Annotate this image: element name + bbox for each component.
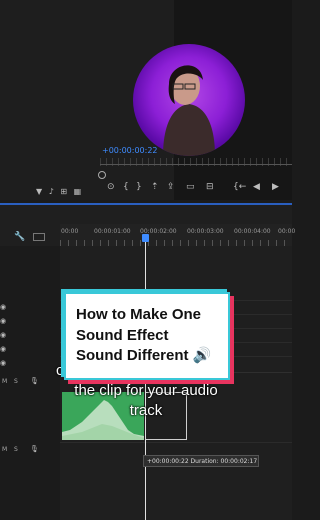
- subtitle-line: track: [129, 402, 163, 419]
- eye-icon[interactable]: ◉: [0, 303, 6, 311]
- eye-icon[interactable]: ◉: [0, 345, 6, 353]
- title-line: Sound Effect: [76, 326, 169, 344]
- play-icon[interactable]: ▶: [272, 182, 279, 192]
- ruler-tick: 00:00: [278, 228, 296, 235]
- monitor-scrub-line: [100, 164, 292, 165]
- mic-icon[interactable]: 🎙: [30, 445, 39, 453]
- solo-button[interactable]: S: [14, 378, 18, 385]
- presenter-silhouette: [163, 65, 215, 156]
- mute-button[interactable]: M: [2, 446, 7, 453]
- subtitle-line: the clip for your audio: [74, 382, 218, 399]
- ruler-tick-marks: [60, 240, 292, 246]
- mute-button[interactable]: M: [2, 378, 7, 385]
- go-to-in-icon[interactable]: {←: [233, 182, 246, 192]
- ruler-tick: 00:00:04:00: [234, 228, 271, 235]
- title-line: Sound Different 🔊: [76, 347, 212, 364]
- marker-icon[interactable]: ⊙: [107, 182, 115, 192]
- duration-tooltip: +00:00:00:22 Duration: 00:00:02:17: [143, 455, 259, 467]
- ruler-tick: 00:00:03:00: [187, 228, 224, 235]
- ruler-tick: 00:00:01:00: [94, 228, 131, 235]
- solo-button[interactable]: S: [14, 446, 18, 453]
- eye-icon[interactable]: ◉: [0, 359, 6, 367]
- playhead-handle[interactable]: [142, 234, 149, 242]
- track-separator: [60, 442, 292, 443]
- monitor-playhead-handle[interactable]: [98, 171, 106, 179]
- mic-icon[interactable]: 🎙: [30, 377, 39, 385]
- ruler-tick: 00:00: [61, 228, 79, 235]
- captions-icon[interactable]: [33, 233, 45, 241]
- webcam-overlay: [133, 44, 245, 156]
- title-line: How to Make One: [76, 306, 202, 323]
- panel-tool-icons[interactable]: ▼ ♪ ⊞ ▦: [36, 187, 83, 196]
- lift-icon[interactable]: ⇡: [151, 182, 159, 192]
- safe-margins-icon[interactable]: ▭: [186, 182, 195, 192]
- in-point-icon[interactable]: {: [123, 182, 129, 192]
- video-title: How to Make One Sound Effect Sound Diffe…: [76, 305, 226, 367]
- out-point-icon[interactable]: }: [136, 182, 142, 192]
- playhead-timecode: +00:00:00:22: [102, 146, 158, 155]
- settings-icon[interactable]: ⊟: [206, 182, 214, 192]
- eye-icon[interactable]: ◉: [0, 331, 6, 339]
- step-back-icon[interactable]: ◀: [253, 182, 260, 192]
- wrench-icon[interactable]: 🔧: [14, 232, 25, 242]
- eye-icon[interactable]: ◉: [0, 317, 6, 325]
- export-frame-icon[interactable]: ⇪: [167, 182, 175, 192]
